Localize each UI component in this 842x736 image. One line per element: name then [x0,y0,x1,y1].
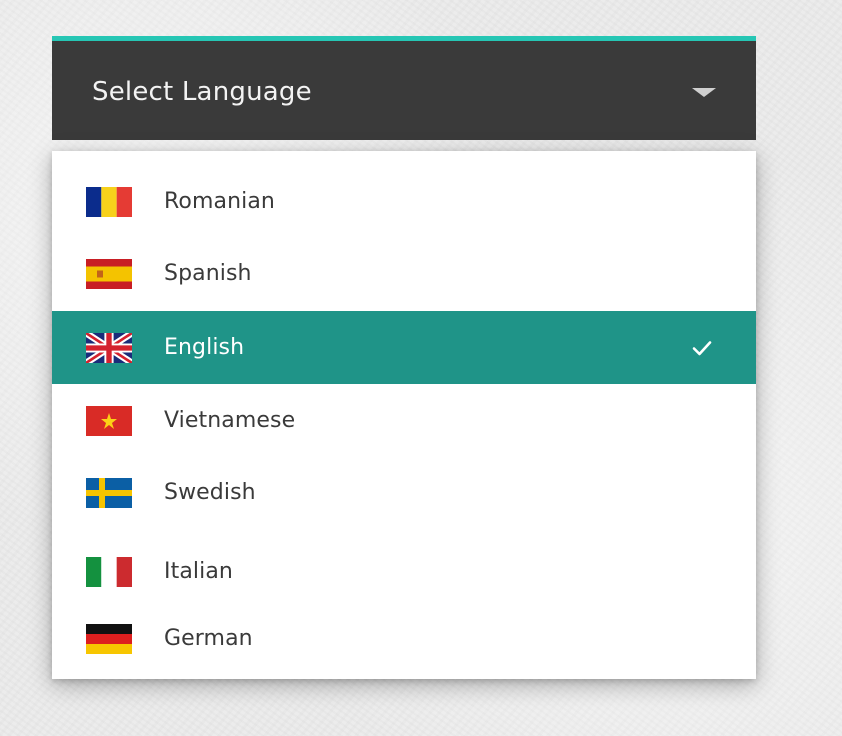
language-option-romanian[interactable]: Romanian [52,165,756,238]
caret-down-icon[interactable] [692,87,716,97]
language-option-german[interactable]: German [52,602,756,675]
language-option-spanish[interactable]: Spanish [52,237,756,310]
romania-flag-icon [86,186,132,217]
language-dropdown: Select Language Romanian Spanish English… [52,36,756,679]
uk-flag-icon [86,332,132,363]
sweden-flag-icon [86,477,132,508]
language-label: Vietnamese [164,408,296,433]
germany-flag-icon [86,623,132,654]
language-option-vietnamese[interactable]: Vietnamese [52,384,756,457]
select-title: Select Language [92,76,312,107]
language-label: German [164,626,253,651]
language-select[interactable]: Select Language [52,36,756,140]
italy-flag-icon [86,556,132,587]
language-label: Italian [164,559,233,584]
language-option-swedish[interactable]: Swedish [52,456,756,529]
language-option-english[interactable]: English [52,311,756,384]
language-option-italian[interactable]: Italian [52,535,756,608]
language-label: Spanish [164,261,252,286]
language-menu: Romanian Spanish English Vietnamese Swed… [52,151,756,679]
language-label: Swedish [164,480,256,505]
vietnam-flag-icon [86,405,132,436]
checkmark-icon [690,336,714,360]
language-label: Romanian [164,189,275,214]
language-label: English [164,335,245,360]
spain-flag-icon [86,258,132,289]
